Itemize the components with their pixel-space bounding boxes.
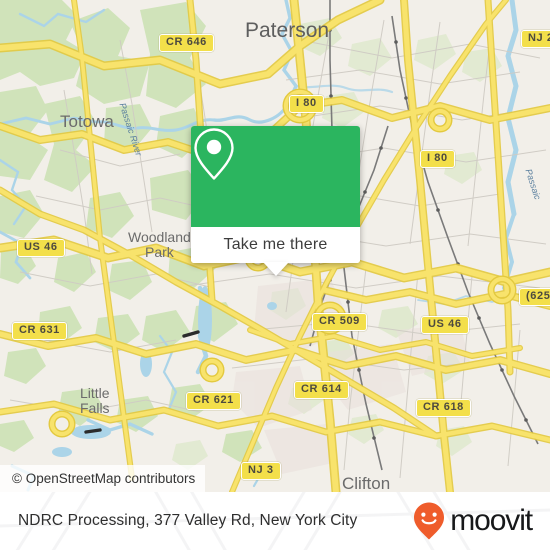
road-shield-nj-20[interactable]: NJ 20 — [521, 30, 550, 48]
road-shield-us-46-west[interactable]: US 46 — [17, 239, 65, 257]
location-popup-card[interactable]: Take me there — [191, 126, 360, 276]
moovit-wordmark: moovit — [450, 504, 533, 537]
moovit-pin-icon — [414, 502, 445, 540]
road-shield-cr-621[interactable]: CR 621 — [186, 392, 241, 410]
road-shield-cr-509[interactable]: CR 509 — [312, 313, 367, 331]
road-shield-625[interactable]: (625) — [519, 288, 550, 306]
take-me-there-button[interactable]: Take me there — [191, 227, 360, 263]
road-shield-i-80-east[interactable]: I 80 — [420, 150, 455, 168]
popup-pointer-tail — [262, 262, 289, 276]
map-pin-icon — [194, 128, 234, 180]
road-shield-cr-631[interactable]: CR 631 — [12, 322, 67, 340]
road-shield-us-46-east[interactable]: US 46 — [421, 316, 469, 334]
moovit-logo[interactable]: moovit — [412, 501, 533, 541]
osm-attribution[interactable]: © OpenStreetMap contributors — [0, 465, 206, 492]
road-shield-cr-614[interactable]: CR 614 — [294, 381, 349, 399]
road-shield-cr-618[interactable]: CR 618 — [416, 399, 471, 417]
road-shield-i-80-north[interactable]: I 80 — [289, 95, 324, 113]
footer-location-title: NDRC Processing, 377 Valley Rd, New York… — [18, 512, 358, 529]
map-canvas[interactable]: Paterson Totowa Clifton Woodland Park Li… — [0, 0, 550, 492]
moovit-map-screenshot: Paterson Totowa Clifton Woodland Park Li… — [0, 0, 550, 550]
road-shield-cr-646[interactable]: CR 646 — [159, 34, 214, 52]
popup-header — [191, 126, 360, 227]
road-shield-nj-3[interactable]: NJ 3 — [241, 462, 281, 480]
footer-bar: NDRC Processing, 377 Valley Rd, New York… — [0, 492, 550, 550]
